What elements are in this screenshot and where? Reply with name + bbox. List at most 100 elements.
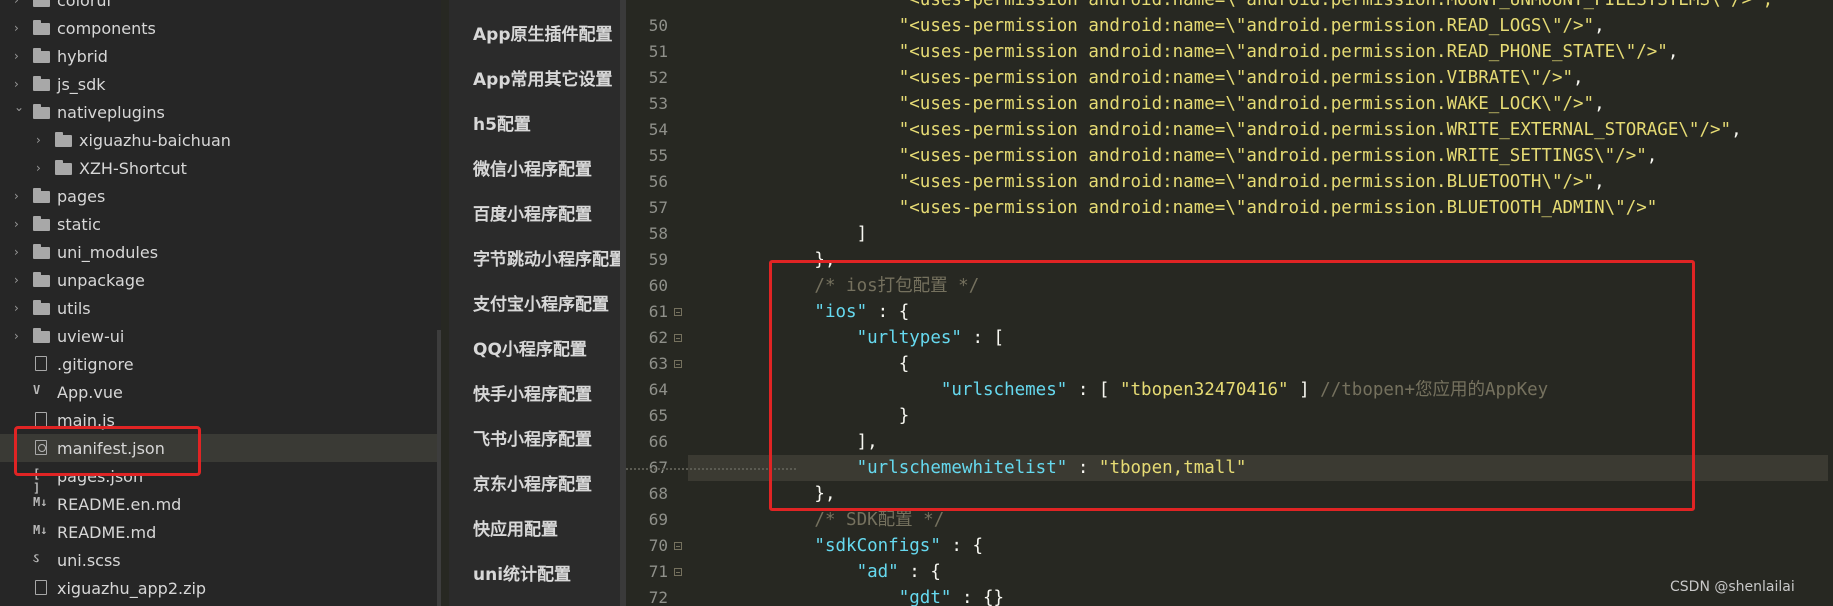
code-line[interactable]: "<uses-permission android:name=\"android… bbox=[688, 39, 1828, 65]
settings-nav-item[interactable]: 微信小程序配置 bbox=[473, 156, 620, 184]
tree-item[interactable]: ⌄ nativeplugins bbox=[0, 98, 441, 126]
line-number: 51 bbox=[648, 42, 668, 61]
chevron-right-icon[interactable]: › bbox=[14, 246, 24, 258]
chevron-right-icon[interactable]: › bbox=[14, 274, 24, 286]
tree-item[interactable]: .gitignore bbox=[0, 350, 441, 378]
line-number: 56 bbox=[648, 172, 668, 191]
settings-nav-item[interactable]: 京东小程序配置 bbox=[473, 471, 620, 499]
folder-icon bbox=[33, 300, 51, 316]
code-line[interactable]: "<uses-permission android:name=\"android… bbox=[688, 13, 1828, 39]
tree-item[interactable]: › hybrid bbox=[0, 42, 441, 70]
tree-item[interactable]: M↓ README.md bbox=[0, 518, 441, 546]
tree-item[interactable]: › uni_modules bbox=[0, 238, 441, 266]
chevron-right-icon[interactable]: › bbox=[14, 78, 24, 90]
tree-item[interactable]: › xiguazhu-baichuan bbox=[0, 126, 441, 154]
code-token: "<uses-permission android:name=\"android… bbox=[688, 198, 1658, 218]
code-token: "<uses-permission android:name=\"android… bbox=[688, 146, 1647, 166]
code-token: "<uses-permission android:name=\"android… bbox=[688, 94, 1595, 114]
code-line[interactable]: "ad" : { bbox=[688, 559, 1828, 585]
tree-item-label: js_sdk bbox=[57, 74, 106, 94]
code-line[interactable]: "sdkConfigs" : { bbox=[688, 533, 1828, 559]
code-line[interactable]: "<uses-permission android:name=\"android… bbox=[688, 117, 1828, 143]
tree-item-label: static bbox=[57, 214, 101, 234]
chevron-right-icon[interactable]: › bbox=[14, 22, 24, 34]
settings-nav-item[interactable]: 飞书小程序配置 bbox=[473, 426, 620, 454]
code-line[interactable]: "<uses-permission android:name=\"android… bbox=[688, 195, 1828, 221]
folder-icon bbox=[55, 132, 73, 148]
code-line[interactable]: "<uses-permission android:name=\"android… bbox=[688, 91, 1828, 117]
settings-nav-item[interactable]: App原生插件配置 bbox=[473, 21, 620, 49]
code-token: /* SDK配置 */ bbox=[688, 510, 945, 530]
file-tree-scrollbar[interactable] bbox=[437, 330, 441, 606]
watermark: CSDN @shenlailai bbox=[1670, 579, 1795, 595]
settings-nav-item[interactable]: uni统计配置 bbox=[473, 561, 620, 589]
chevron-right-icon[interactable]: › bbox=[14, 50, 24, 62]
folder-icon bbox=[33, 104, 51, 120]
highlight-box-ios-config bbox=[769, 260, 1695, 511]
code-token: : {} bbox=[951, 588, 1005, 606]
code-token: "<uses-permission android:name=\"android… bbox=[688, 42, 1668, 62]
settings-nav-item[interactable]: 字节跳动小程序配置 bbox=[473, 246, 620, 274]
highlight-box-manifest-file bbox=[14, 426, 201, 476]
code-line[interactable]: "<uses-permission android:name=\"android… bbox=[688, 65, 1828, 91]
code-token: "<uses-permission android:name=\"android… bbox=[688, 120, 1732, 140]
tree-item-label: colorui bbox=[57, 0, 111, 10]
folder-icon bbox=[33, 216, 51, 232]
chevron-right-icon[interactable]: › bbox=[14, 0, 24, 6]
line-number: 66 bbox=[648, 432, 668, 451]
tree-item[interactable]: › utils bbox=[0, 294, 441, 322]
line-number: 57 bbox=[648, 198, 668, 217]
tree-item[interactable]: › static bbox=[0, 210, 441, 238]
line-number: 58 bbox=[648, 224, 668, 243]
fold-toggle-icon[interactable] bbox=[674, 542, 682, 550]
tree-item[interactable]: › unpackage bbox=[0, 266, 441, 294]
settings-nav-item[interactable]: 支付宝小程序配置 bbox=[473, 291, 620, 319]
settings-nav-item[interactable]: 快手小程序配置 bbox=[473, 381, 620, 409]
tree-item[interactable]: › pages bbox=[0, 182, 441, 210]
tree-item[interactable]: › js_sdk bbox=[0, 70, 441, 98]
tree-item[interactable]: xiguazhu_app2.zip bbox=[0, 574, 441, 602]
chevron-right-icon[interactable]: › bbox=[36, 162, 46, 174]
tree-item[interactable]: › XZH-Shortcut bbox=[0, 154, 441, 182]
tree-item[interactable]: ઽ uni.scss bbox=[0, 546, 441, 574]
tree-item-label: README.en.md bbox=[57, 494, 182, 514]
line-number: 68 bbox=[648, 484, 668, 503]
file-icon bbox=[33, 356, 51, 372]
fold-toggle-icon[interactable] bbox=[674, 308, 682, 316]
chevron-right-icon[interactable]: › bbox=[14, 330, 24, 342]
code-line[interactable]: ] bbox=[688, 221, 1828, 247]
tree-item-label: xiguazhu_app2.zip bbox=[57, 578, 207, 598]
code-line[interactable]: "<uses-permission android:name=\"android… bbox=[688, 143, 1828, 169]
code-line[interactable]: "<uses-permission android:name=\"android… bbox=[688, 169, 1828, 195]
settings-nav-item[interactable]: 百度小程序配置 bbox=[473, 201, 620, 229]
chevron-right-icon[interactable]: › bbox=[14, 218, 24, 230]
code-line[interactable]: "<uses-permission android:name=\"android… bbox=[688, 0, 1828, 13]
chevron-right-icon[interactable]: › bbox=[14, 190, 24, 202]
tree-item[interactable]: › colorui bbox=[0, 0, 441, 14]
code-line[interactable]: "gdt" : {} bbox=[688, 585, 1828, 606]
code-token: : { bbox=[898, 562, 941, 582]
fold-toggle-icon[interactable] bbox=[674, 568, 682, 576]
tree-item-label: README.md bbox=[57, 522, 157, 542]
line-number: 53 bbox=[648, 94, 668, 113]
settings-nav-item[interactable]: QQ小程序配置 bbox=[473, 336, 620, 364]
settings-nav-item[interactable]: h5配置 bbox=[473, 111, 620, 139]
fold-toggle-icon[interactable] bbox=[674, 334, 682, 342]
tree-item[interactable]: › components bbox=[0, 14, 441, 42]
tree-item-label: nativeplugins bbox=[57, 102, 165, 122]
tree-item[interactable]: › uview-ui bbox=[0, 322, 441, 350]
code-token: "ad" bbox=[688, 562, 899, 582]
file-tree-panel: › colorui › components › hybrid › js_sdk ⌄ native… bbox=[0, 0, 441, 606]
fold-toggle-icon[interactable] bbox=[674, 360, 682, 368]
tree-item[interactable]: V App.vue bbox=[0, 378, 441, 406]
chevron-right-icon[interactable]: › bbox=[36, 134, 46, 146]
settings-nav-item[interactable]: 快应用配置 bbox=[473, 516, 620, 544]
folder-icon bbox=[33, 188, 51, 204]
markdown-icon: M↓ bbox=[33, 495, 48, 509]
code-token: "<uses-permission android:name=\"android… bbox=[688, 0, 1774, 10]
chevron-down-icon[interactable]: ⌄ bbox=[14, 101, 24, 113]
settings-nav-item[interactable]: App常用其它设置 bbox=[473, 66, 620, 94]
tree-item[interactable]: M↓ README.en.md bbox=[0, 490, 441, 518]
folder-icon bbox=[33, 272, 51, 288]
chevron-right-icon[interactable]: › bbox=[14, 302, 24, 314]
